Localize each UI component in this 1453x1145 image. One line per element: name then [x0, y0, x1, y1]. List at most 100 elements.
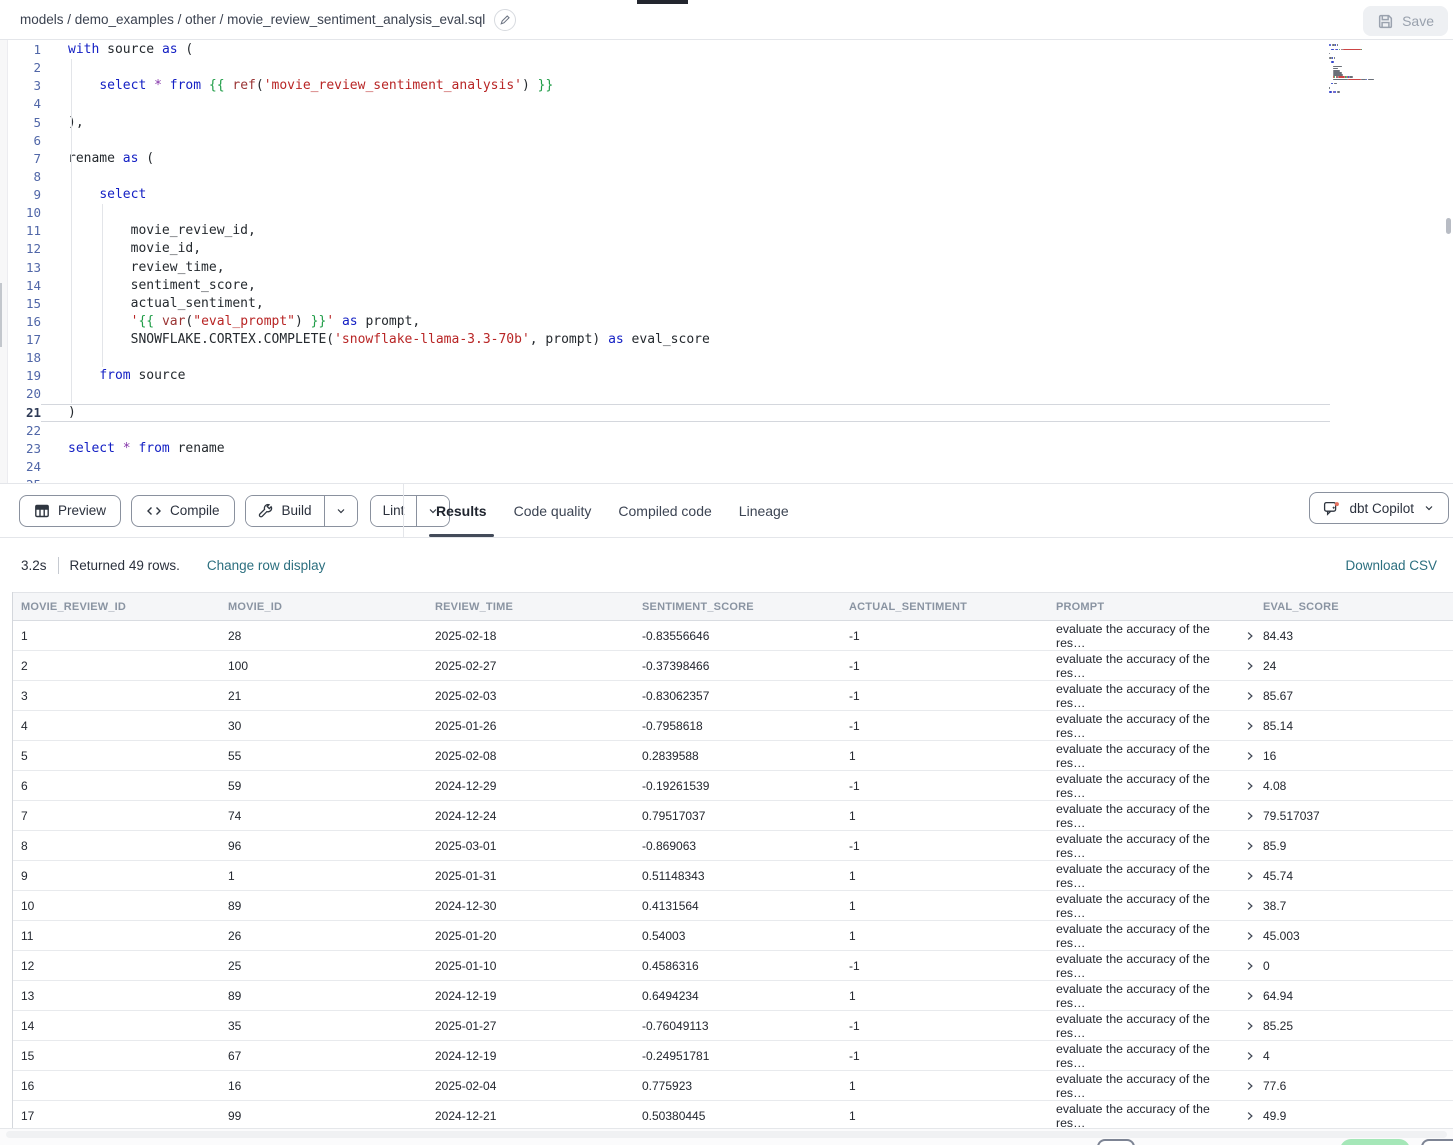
code-line[interactable]: 21)	[0, 404, 1453, 422]
code-line[interactable]: 2	[0, 59, 1453, 77]
build-split-button: Build	[245, 495, 358, 527]
expand-chevron-icon[interactable]	[1245, 1111, 1255, 1121]
horizontal-scrollbar-track[interactable]	[6, 1131, 1447, 1138]
code-line[interactable]: 14 sentiment_score,	[0, 277, 1453, 295]
expand-chevron-icon[interactable]	[1245, 811, 1255, 821]
table-header-cell[interactable]: SENTIMENT_SCORE	[634, 601, 841, 613]
code-line[interactable]: 9 select	[0, 186, 1453, 204]
expand-chevron-icon[interactable]	[1245, 1081, 1255, 1091]
tab-compiled-code[interactable]: Compiled code	[618, 484, 711, 537]
table-cell: 3	[13, 689, 220, 703]
code-line[interactable]: 12 movie_id,	[0, 240, 1453, 258]
table-row[interactable]: 5552025-02-080.28395881evaluate the accu…	[13, 741, 1453, 771]
code-line[interactable]: 3 select * from {{ ref('movie_review_sen…	[0, 77, 1453, 95]
expand-chevron-icon[interactable]	[1245, 991, 1255, 1001]
table-row[interactable]: 13892024-12-190.64942341evaluate the acc…	[13, 981, 1453, 1011]
table-row[interactable]: 4302025-01-26-0.7958618-1evaluate the ac…	[13, 711, 1453, 741]
partial-bottom-button[interactable]	[1421, 1139, 1453, 1145]
editor-minimap[interactable]	[1329, 44, 1429, 98]
breadcrumb[interactable]: models / demo_examples / other / movie_r…	[20, 9, 516, 31]
table-row[interactable]: 16162025-02-040.7759231evaluate the accu…	[13, 1071, 1453, 1101]
code-line[interactable]: 8	[0, 168, 1453, 186]
expand-chevron-icon[interactable]	[1245, 871, 1255, 881]
expand-chevron-icon[interactable]	[1245, 661, 1255, 671]
expand-chevron-icon[interactable]	[1245, 841, 1255, 851]
table-row[interactable]: 6592024-12-29-0.19261539-1evaluate the a…	[13, 771, 1453, 801]
table-row[interactable]: 1282025-02-18-0.83556646-1evaluate the a…	[13, 621, 1453, 651]
code-line[interactable]: 18	[0, 349, 1453, 367]
expand-chevron-icon[interactable]	[1245, 961, 1255, 971]
chevron-down-icon	[335, 505, 347, 517]
expand-chevron-icon[interactable]	[1245, 751, 1255, 761]
code-line[interactable]: 23select * from rename	[0, 440, 1453, 458]
code-line-content: movie_id,	[41, 240, 1330, 258]
table-cell: 28	[220, 629, 427, 643]
table-header-cell[interactable]: MOVIE_REVIEW_ID	[13, 601, 220, 613]
table-header-cell[interactable]: ACTUAL_SENTIMENT	[841, 601, 1048, 613]
code-line[interactable]: 7rename as (	[0, 150, 1453, 168]
code-line[interactable]: 6	[0, 132, 1453, 150]
tab-results[interactable]: Results	[436, 484, 487, 537]
tab-lineage[interactable]: Lineage	[739, 484, 789, 537]
table-row[interactable]: 21002025-02-27-0.37398466-1evaluate the …	[13, 651, 1453, 681]
table-cell: 9	[13, 869, 220, 883]
expand-chevron-icon[interactable]	[1245, 721, 1255, 731]
expand-chevron-icon[interactable]	[1245, 1021, 1255, 1031]
expand-chevron-icon[interactable]	[1245, 631, 1255, 641]
table-cell: -1	[841, 779, 1048, 793]
code-line[interactable]: 4	[0, 95, 1453, 113]
build-button[interactable]: Build	[246, 496, 324, 526]
code-line[interactable]: 16 '{{ var("eval_prompt") }}' as prompt,	[0, 313, 1453, 331]
change-row-display-link[interactable]: Change row display	[207, 558, 326, 573]
code-line[interactable]: 5),	[0, 114, 1453, 132]
table-row[interactable]: 11262025-01-200.540031evaluate the accur…	[13, 921, 1453, 951]
edit-pencil-icon[interactable]	[494, 9, 516, 31]
code-line[interactable]: 13 review_time,	[0, 259, 1453, 277]
code-line[interactable]: 15 actual_sentiment,	[0, 295, 1453, 313]
table-row[interactable]: 10892024-12-300.41315641evaluate the acc…	[13, 891, 1453, 921]
code-line[interactable]: 22	[0, 422, 1453, 440]
expand-chevron-icon[interactable]	[1245, 931, 1255, 941]
table-header-cell[interactable]: REVIEW_TIME	[427, 601, 634, 613]
table-row[interactable]: 14352025-01-27-0.76049113-1evaluate the …	[13, 1011, 1453, 1041]
table-header-cell[interactable]: EVAL_SCORE	[1255, 601, 1453, 613]
code-editor[interactable]: 1with source as (23 select * from {{ ref…	[0, 40, 1453, 483]
table-row[interactable]: 8962025-03-01-0.869063-1evaluate the acc…	[13, 831, 1453, 861]
code-line[interactable]: 10	[0, 204, 1453, 222]
dbt-copilot-button[interactable]: dbt Copilot	[1309, 492, 1449, 524]
code-line[interactable]: 1with source as (	[0, 41, 1453, 59]
table-cell: 13	[13, 989, 220, 1003]
tab-code-quality[interactable]: Code quality	[514, 484, 592, 537]
expand-chevron-icon[interactable]	[1245, 691, 1255, 701]
compile-button[interactable]: Compile	[131, 495, 235, 527]
lint-button[interactable]: Lint	[371, 496, 417, 526]
code-line[interactable]: 11 movie_review_id,	[0, 222, 1453, 240]
table-header-cell[interactable]: MOVIE_ID	[220, 601, 427, 613]
code-line[interactable]: 25	[0, 476, 1453, 483]
table-header-cell[interactable]: PROMPT	[1048, 601, 1255, 613]
partial-bottom-button[interactable]	[1097, 1139, 1135, 1145]
expand-chevron-icon[interactable]	[1245, 901, 1255, 911]
expand-chevron-icon[interactable]	[1245, 1051, 1255, 1061]
table-cell: -1	[841, 959, 1048, 973]
build-menu-button[interactable]	[324, 496, 357, 526]
table-cell: 2025-02-03	[427, 689, 634, 703]
editor-scrollbar-thumb[interactable]	[1446, 218, 1451, 234]
code-line[interactable]: 19 from source	[0, 367, 1453, 385]
prompt-cell: evaluate the accuracy of the res…	[1048, 892, 1255, 920]
table-row[interactable]: 912025-01-310.511483431evaluate the accu…	[13, 861, 1453, 891]
table-row[interactable]: 12252025-01-100.4586316-1evaluate the ac…	[13, 951, 1453, 981]
table-row[interactable]: 15672024-12-19-0.24951781-1evaluate the …	[13, 1041, 1453, 1071]
preview-button[interactable]: Preview	[19, 495, 121, 527]
table-row[interactable]: 7742024-12-240.795170371evaluate the acc…	[13, 801, 1453, 831]
download-csv-link[interactable]: Download CSV	[1345, 558, 1437, 573]
code-line[interactable]: 24	[0, 458, 1453, 476]
code-line[interactable]: 20	[0, 385, 1453, 403]
table-cell: -1	[841, 689, 1048, 703]
table-row[interactable]: 3212025-02-03-0.83062357-1evaluate the a…	[13, 681, 1453, 711]
line-number: 18	[0, 349, 41, 367]
expand-chevron-icon[interactable]	[1245, 781, 1255, 791]
save-button[interactable]: Save	[1363, 6, 1448, 36]
table-row[interactable]: 17992024-12-210.503804451evaluate the ac…	[13, 1101, 1453, 1131]
code-line[interactable]: 17 SNOWFLAKE.CORTEX.COMPLETE('snowflake-…	[0, 331, 1453, 349]
